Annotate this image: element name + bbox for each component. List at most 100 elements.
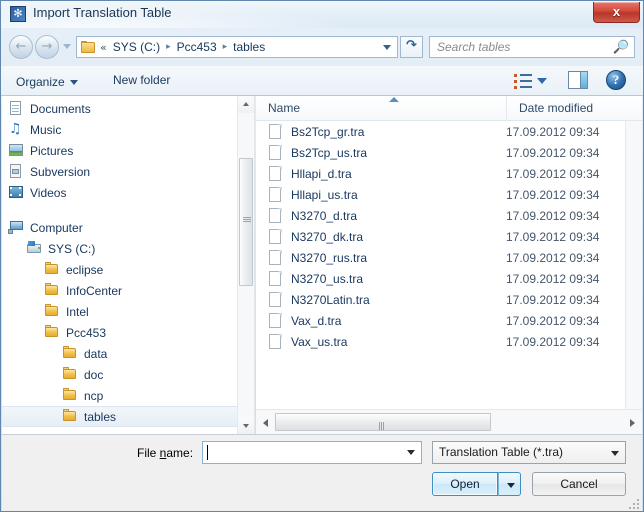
cancel-button[interactable]: Cancel [532, 472, 626, 496]
file-list-row[interactable]: N3270_rus.tra 17.09.2012 09:34 [256, 247, 625, 268]
nav-tree-item-pictures[interactable]: Pictures [2, 140, 237, 161]
file-list-horizontal-scrollbar[interactable] [256, 409, 642, 434]
search-input[interactable]: Search tables 🔍 [429, 36, 635, 58]
file-icon [269, 186, 282, 203]
nav-tree-item-label: Documents [30, 101, 91, 116]
file-list-row[interactable]: Vax_us.tra 17.09.2012 09:34 [256, 331, 625, 352]
file-list-header: Name Date modified [256, 96, 642, 121]
file-date-cell: 17.09.2012 09:34 [506, 166, 600, 181]
nav-tree-item-computer[interactable]: Computer [2, 217, 237, 238]
nav-tree-item-label: SYS (C:) [48, 241, 96, 256]
nav-tree-item-music[interactable]: ♫ Music [2, 119, 237, 140]
scroll-down-arrow-icon[interactable] [238, 417, 254, 434]
file-list-row[interactable]: Vax_d.tra 17.09.2012 09:34 [256, 310, 625, 331]
close-button[interactable]: x [593, 2, 640, 23]
file-icon [269, 123, 282, 140]
column-header-date-label: Date modified [519, 101, 594, 115]
dialog-footer: File name: Translation Table (*.tra) Ope… [2, 434, 642, 511]
breadcrumb-item-tables[interactable]: tables [231, 39, 267, 55]
toolbar: Organize New folder ? [1, 66, 643, 96]
file-name-input[interactable] [202, 441, 422, 464]
file-icon [269, 312, 282, 329]
folder-icon [62, 409, 78, 424]
breadcrumb-overflow-icon[interactable]: « [100, 41, 107, 54]
chevron-down-icon [382, 44, 391, 50]
navigation-pane: Documents ♫ Music Pictures Subversion Videos C… [2, 96, 255, 434]
breadcrumb-item-pcc453[interactable]: Pcc453 [175, 39, 219, 55]
refresh-button[interactable]: ↷ [400, 36, 423, 58]
open-split-dropdown[interactable] [498, 472, 521, 496]
nav-tree-item-intel[interactable]: Intel [2, 301, 237, 322]
chevron-down-icon [537, 78, 547, 84]
file-icon [269, 291, 282, 308]
address-history-dropdown[interactable] [378, 37, 395, 57]
nav-tree-item-pcc453[interactable]: Pcc453 [2, 322, 237, 343]
view-options-dropdown[interactable] [537, 78, 548, 86]
nav-tree-item-tables[interactable]: tables [2, 406, 237, 427]
nav-tree-item-label: Videos [30, 185, 67, 200]
file-list-row[interactable]: Bs2Tcp_gr.tra 17.09.2012 09:34 [256, 121, 625, 142]
file-list-row[interactable]: Hllapi_d.tra 17.09.2012 09:34 [256, 163, 625, 184]
subversion-icon [8, 164, 24, 179]
file-type-select[interactable]: Translation Table (*.tra) [432, 441, 626, 464]
forward-button[interactable]: → [35, 35, 59, 59]
scroll-right-arrow-icon[interactable] [624, 413, 641, 431]
breadcrumb-item-drive[interactable]: SYS (C:) [111, 39, 162, 55]
navigation-scrollbar[interactable] [237, 96, 254, 434]
file-date-cell: 17.09.2012 09:34 [506, 208, 600, 223]
file-open-dialog: ✻ Import Translation Table x ← → « SYS (… [0, 0, 644, 512]
file-list-row[interactable]: N3270_dk.tra 17.09.2012 09:34 [256, 226, 625, 247]
new-folder-button[interactable]: New folder [109, 72, 174, 91]
organize-button[interactable]: Organize [14, 72, 84, 91]
file-list-row[interactable]: N3270Latin.tra 17.09.2012 09:34 [256, 289, 625, 310]
back-arrow-icon: ← [15, 39, 27, 54]
navigation-scrollbar-thumb[interactable] [239, 158, 253, 286]
nav-tree-item-label: data [84, 346, 108, 361]
file-list-scrollbar[interactable] [625, 121, 642, 409]
breadcrumb[interactable]: « SYS (C:) ▸ Pcc453 ▸ tables [76, 36, 398, 58]
file-icon [269, 249, 282, 266]
help-icon[interactable]: ? [606, 70, 626, 90]
file-name-label-pre: File [137, 446, 160, 460]
file-list-row[interactable]: Hllapi_us.tra 17.09.2012 09:34 [256, 184, 625, 205]
file-list-row[interactable]: N3270_us.tra 17.09.2012 09:34 [256, 268, 625, 289]
scroll-up-arrow-icon[interactable] [238, 96, 254, 113]
file-name-cell: Vax_us.tra [291, 334, 348, 349]
file-name-label-post: ame: [166, 446, 194, 460]
column-header-name-label: Name [268, 101, 301, 115]
nav-tree-item-infocenter[interactable]: InfoCenter [2, 280, 237, 301]
back-button[interactable]: ← [9, 35, 33, 59]
file-list-horizontal-thumb[interactable] [275, 413, 491, 431]
nav-tree-item-subversion[interactable]: Subversion [2, 161, 237, 182]
file-type-selected-value: Translation Table (*.tra) [439, 445, 564, 459]
file-list-row[interactable]: Bs2Tcp_us.tra 17.09.2012 09:34 [256, 142, 625, 163]
column-header-date-modified[interactable]: Date modified [506, 96, 625, 120]
nav-tree-item-doc[interactable]: doc [2, 364, 237, 385]
nav-tree-item-ncp[interactable]: ncp [2, 385, 237, 406]
view-list-icon[interactable] [512, 71, 534, 91]
open-button[interactable]: Open [432, 472, 498, 496]
organize-label: Organize [16, 75, 65, 89]
help-glyph: ? [612, 72, 620, 87]
file-name-history-dropdown[interactable] [402, 442, 420, 463]
nav-tree-item-documents[interactable]: Documents [2, 98, 237, 119]
close-icon: x [612, 4, 621, 19]
nav-tree-item-videos[interactable]: Videos [2, 182, 237, 203]
nav-tree-item-label: tables [84, 409, 117, 424]
recent-locations-dropdown[interactable] [62, 43, 73, 52]
folder-icon [44, 325, 60, 340]
file-name-cell: Hllapi_us.tra [291, 187, 358, 202]
nav-tree-item-eclipse[interactable]: eclipse [2, 259, 237, 280]
folder-icon [62, 346, 78, 361]
nav-tree-item-sys-c[interactable]: SYS (C:) [2, 238, 237, 259]
scroll-left-arrow-icon[interactable] [257, 413, 274, 431]
resize-grip-icon[interactable] [627, 497, 639, 509]
nav-tree-item-label: Computer [30, 220, 83, 235]
preview-pane-icon[interactable] [568, 71, 588, 89]
window-title: Import Translation Table [33, 5, 172, 20]
search-icon[interactable]: 🔍 [613, 40, 629, 55]
file-name-cell: Bs2Tcp_gr.tra [291, 124, 365, 139]
nav-tree-item-data[interactable]: data [2, 343, 237, 364]
file-list-row[interactable]: N3270_d.tra 17.09.2012 09:34 [256, 205, 625, 226]
column-header-name[interactable]: Name [256, 96, 506, 120]
